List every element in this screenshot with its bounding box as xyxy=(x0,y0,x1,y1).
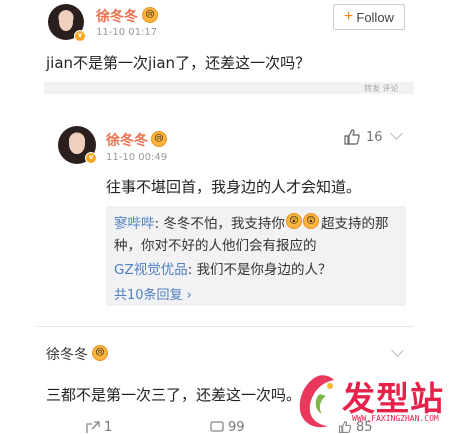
bottom-username[interactable]: 徐冬冬 xyxy=(46,344,88,364)
comment-content: 往事不堪回首，我身边的人才会知道。 xyxy=(106,178,362,196)
replies-box: 寥哔哔: 冬冬不怕，我支持你 😲 😲 超支持的那 种，你对不好的人他们会有报应的… xyxy=(106,206,406,306)
follow-button[interactable]: + Follow xyxy=(333,4,405,30)
verified-badge-icon: v xyxy=(85,152,97,164)
plus-icon: + xyxy=(344,8,354,25)
follow-label: Follow xyxy=(356,9,394,25)
post-timestamp: 11-10 01:17 xyxy=(96,27,158,38)
post-content: jian不是第一次jian了，还差这一次吗？ xyxy=(46,54,311,72)
chevron-down-icon[interactable] xyxy=(390,127,403,140)
verified-badge-icon: v xyxy=(74,30,86,42)
share-icon[interactable] xyxy=(86,421,100,434)
flower-logo-icon xyxy=(299,375,334,428)
reply-text: 种，你对不好的人他们会有报应的 xyxy=(114,238,317,254)
reply-text: : 我们不是你身边的人？ xyxy=(187,262,332,278)
watermark-url: WWW.FAXINGZHAN.COM xyxy=(352,414,439,423)
reply-username[interactable]: GZ视觉优品 xyxy=(114,262,188,278)
reply-username[interactable]: 寥哔哔 xyxy=(114,216,155,232)
cry-emoji-icon: 😢 xyxy=(151,131,167,147)
shocked-emoji-icon: 😲 xyxy=(286,213,302,229)
top-post: v 徐冬冬 😢 11-10 01:17 + Follow jian不是第一次ji… xyxy=(0,0,450,96)
more-replies-link[interactable]: 共10条回复 › xyxy=(114,284,192,303)
site-watermark: 发型站 WWW.FAXINGZHAN.COM xyxy=(290,370,448,434)
reply-text: 超支持的那 xyxy=(321,216,389,232)
divider xyxy=(36,326,414,327)
reply-item[interactable]: 寥哔哔: 冬冬不怕，我支持你 xyxy=(114,212,285,232)
post-footer-bar xyxy=(44,82,414,94)
comment-count: 99 xyxy=(228,420,245,434)
cry-emoji-icon: 😢 xyxy=(92,345,108,361)
shocked-emoji-icon: 😲 xyxy=(303,213,319,229)
comment-timestamp: 11-10 00:49 xyxy=(106,152,168,163)
watermark-brand: 发型站 xyxy=(342,379,444,418)
post-footer-hint: 转发 评论 xyxy=(364,84,399,93)
post-username[interactable]: 徐冬冬 xyxy=(96,6,138,26)
thumbs-up-icon[interactable] xyxy=(343,128,361,146)
comment-username[interactable]: 徐冬冬 xyxy=(106,130,148,150)
reply-item[interactable]: GZ视觉优品: 我们不是你身边的人？ xyxy=(114,258,332,278)
bottom-content: 三都不是第一次三了，还差这一次吗。 xyxy=(46,386,302,404)
chevron-down-icon[interactable] xyxy=(391,344,404,357)
comment-icon[interactable] xyxy=(210,421,224,434)
cry-emoji-icon: 😢 xyxy=(142,7,158,23)
comment-like-count: 16 xyxy=(366,130,383,145)
reply-text: : 冬冬不怕，我支持你 xyxy=(154,216,285,232)
share-count: 1 xyxy=(104,420,113,434)
